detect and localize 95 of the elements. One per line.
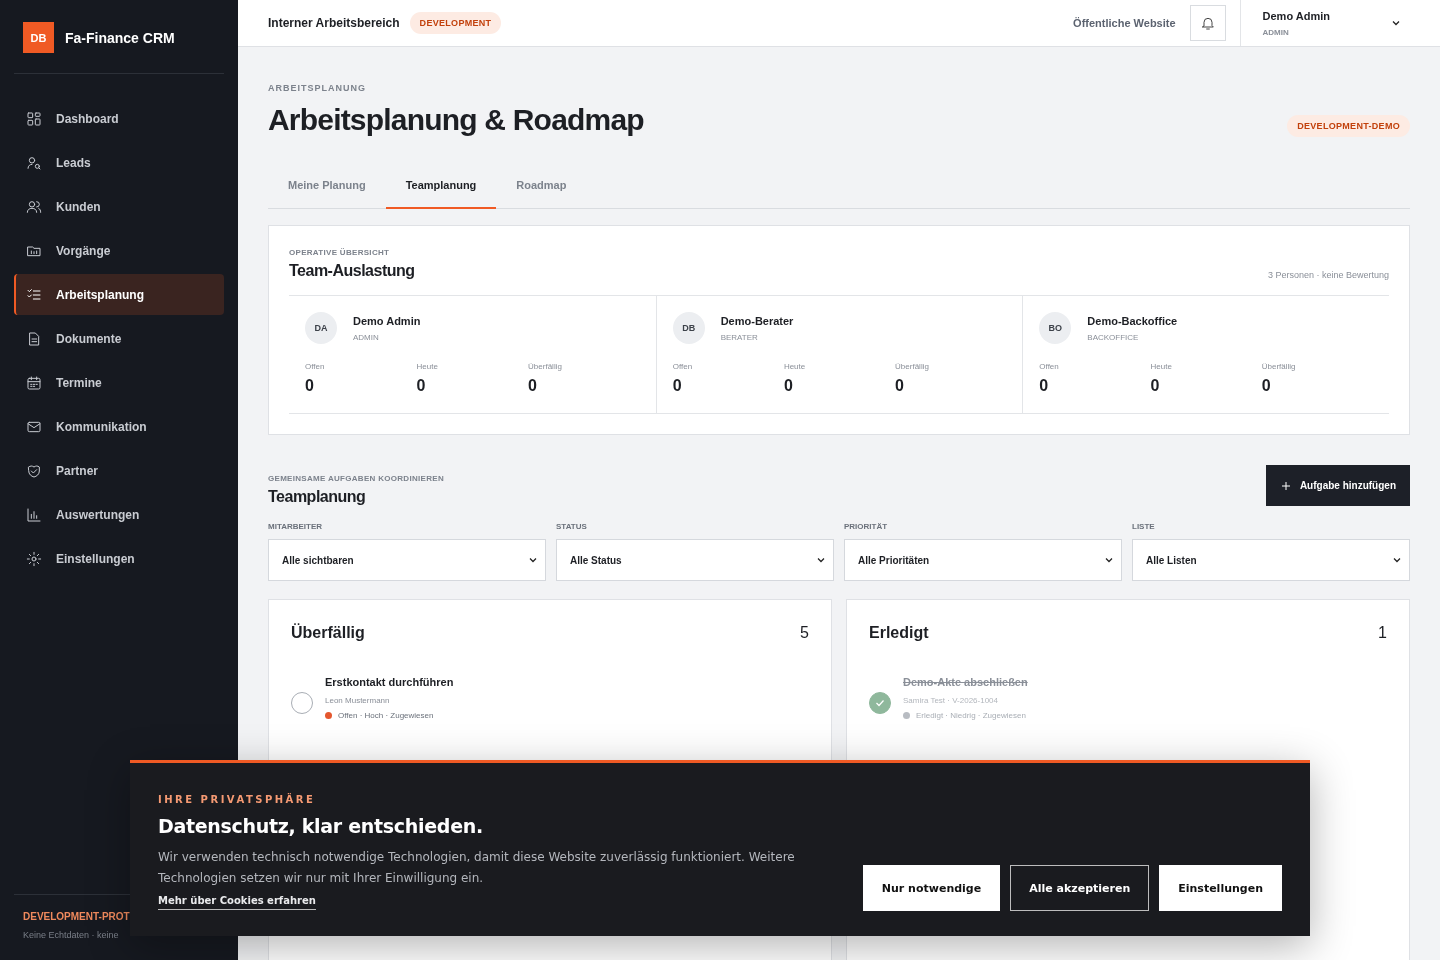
stat-value: 0 [783, 377, 794, 395]
page-eyebrow: ARBEITSPLANUNG [268, 83, 367, 93]
workspace-title: Interner Arbeitsbereich [268, 16, 400, 30]
stat-value: 0 [305, 377, 315, 395]
environment-badge: DEVELOPMENT-DEMO [1287, 115, 1410, 137]
stat-value: 0 [895, 377, 905, 395]
sidebar-item[interactable]: Termine [14, 362, 224, 403]
nav-icon [26, 550, 42, 567]
stat-label: Offen [1039, 362, 1060, 371]
stat-label: Heute [416, 362, 439, 371]
cookie-title: Datenschutz, klar entschieden. [158, 815, 484, 837]
check-icon [874, 697, 886, 709]
task-checkbox[interactable] [869, 692, 891, 714]
tab[interactable]: Meine Planung [268, 167, 386, 209]
nav-icon [26, 286, 42, 303]
sidebar-item[interactable]: Dashboard [14, 98, 224, 139]
cookie-eyebrow: IHRE PRIVATSPHÄRE [158, 794, 317, 805]
plus-icon [1279, 479, 1292, 492]
task-meta: Leon Mustermann [325, 696, 391, 705]
section-eyebrow: OPERATIVE ÜBERSICHT [289, 248, 391, 257]
sidebar-item[interactable]: Dokumente [14, 318, 224, 359]
sidebar-item[interactable]: Einstellungen [14, 538, 224, 579]
filter-label: PRIORITÄT [844, 522, 889, 531]
cookie-link[interactable]: Mehr über Cookies erfahren [158, 895, 316, 910]
nav-icon [26, 154, 42, 171]
nav-icon [26, 330, 42, 347]
nav-icon [26, 110, 42, 127]
stat-label: Offen [672, 362, 694, 371]
environment-badge: DEVELOPMENT [409, 12, 502, 34]
filter-label: LISTE [1132, 522, 1156, 531]
notification-button[interactable] [1189, 5, 1226, 41]
summary-text: 3 Personen · keine Bewertung [1267, 270, 1389, 280]
filter-select[interactable]: Alle Status [556, 539, 834, 581]
tab[interactable]: Teamplanung [385, 167, 497, 209]
sidebar-item[interactable]: Arbeitsplanung [14, 274, 224, 315]
cookie-button[interactable]: Alle akzeptieren [1010, 865, 1150, 911]
sidebar-item[interactable]: Kommunikation [14, 406, 224, 447]
sidebar-item[interactable]: Vorgänge [14, 230, 224, 271]
task-status: Offen · Hoch · Zugewiesen [338, 711, 434, 720]
avatar: DB [672, 312, 705, 344]
page-title: Arbeitsplanung & Roadmap [268, 103, 644, 137]
member-role: BACKOFFICE [1087, 332, 1140, 342]
section-title: Teamplanung [268, 488, 367, 506]
user-menu[interactable]: Demo Admin ADMIN [1254, 9, 1410, 37]
environment-note: Keine Echtdaten · keine [23, 930, 120, 940]
stat-label: Heute [783, 362, 807, 371]
member-name: Demo Admin [353, 314, 421, 327]
column-title: Überfällig [291, 624, 365, 642]
sidebar-item[interactable]: Kunden [14, 186, 224, 227]
member-name: Demo-Backoffice [1087, 314, 1178, 327]
cookie-text: Wir verwenden technisch notwendige Technologien, damit diese Website zuverlässig funktioniert. Weitere Technologien setzen wir nur mit Ihrer Einwilligung ein. [158, 849, 796, 887]
column-count: 1 [1378, 624, 1387, 642]
member-role: BERATER [720, 332, 759, 342]
stat-value: 0 [672, 377, 683, 395]
filter-select[interactable]: Alle Listen [1132, 539, 1410, 581]
brand-logo: DB [23, 22, 54, 53]
stat-label: Überfällig [1261, 362, 1297, 371]
stat-label: Überfällig [528, 362, 563, 371]
stat-value: 0 [1261, 377, 1272, 395]
filter-label: STATUS [556, 522, 588, 531]
filter-select[interactable]: Alle Prioritäten [844, 539, 1122, 581]
environment-label: DEVELOPMENT-PROT [23, 911, 131, 922]
cookie-button[interactable]: Einstellungen [1159, 865, 1282, 911]
website-link[interactable]: Öffentliche Website [1073, 17, 1176, 29]
stat-value: 0 [1150, 377, 1161, 395]
sidebar-item[interactable]: Leads [14, 142, 224, 183]
task-title[interactable]: Erstkontakt durchführen [325, 676, 454, 688]
filter-label: MITARBEITER [268, 522, 324, 531]
sidebar-item[interactable]: Auswertungen [14, 494, 224, 535]
cookie-button[interactable]: Nur notwendige [862, 865, 1001, 911]
brand-name: Fa-Finance CRM [65, 29, 175, 46]
stat-value: 0 [1039, 377, 1050, 395]
avatar: BO [1039, 312, 1072, 344]
stat-value: 0 [416, 377, 427, 395]
add-task-button[interactable]: Aufgabe hinzufügen [1265, 465, 1410, 506]
stat-label: Offen [305, 362, 326, 371]
column-title: Erledigt [869, 624, 929, 642]
task-status: Erledigt · Niedrig · Zugewiesen [916, 711, 1026, 720]
filter-select[interactable]: Alle sichtbaren [268, 539, 546, 581]
task-meta: Samira Test · V-2026-1004 [903, 696, 999, 705]
section-eyebrow: GEMEINSAME AUFGABEN KOORDINIEREN [268, 474, 444, 483]
section-title: Team-Auslastung [289, 262, 415, 280]
stat-value: 0 [528, 377, 538, 395]
member-name: Demo-Berater [720, 314, 794, 327]
avatar: DA [305, 312, 337, 344]
column-count: 5 [800, 624, 809, 642]
stat-label: Überfällig [895, 362, 930, 371]
member-role: ADMIN [353, 332, 380, 342]
bell-icon [1199, 15, 1216, 31]
sidebar-item[interactable]: Partner [14, 450, 224, 491]
nav-icon [26, 198, 42, 215]
stat-label: Heute [1150, 362, 1173, 371]
nav-icon [26, 506, 42, 523]
nav-icon [26, 374, 42, 391]
nav-icon [26, 462, 42, 479]
